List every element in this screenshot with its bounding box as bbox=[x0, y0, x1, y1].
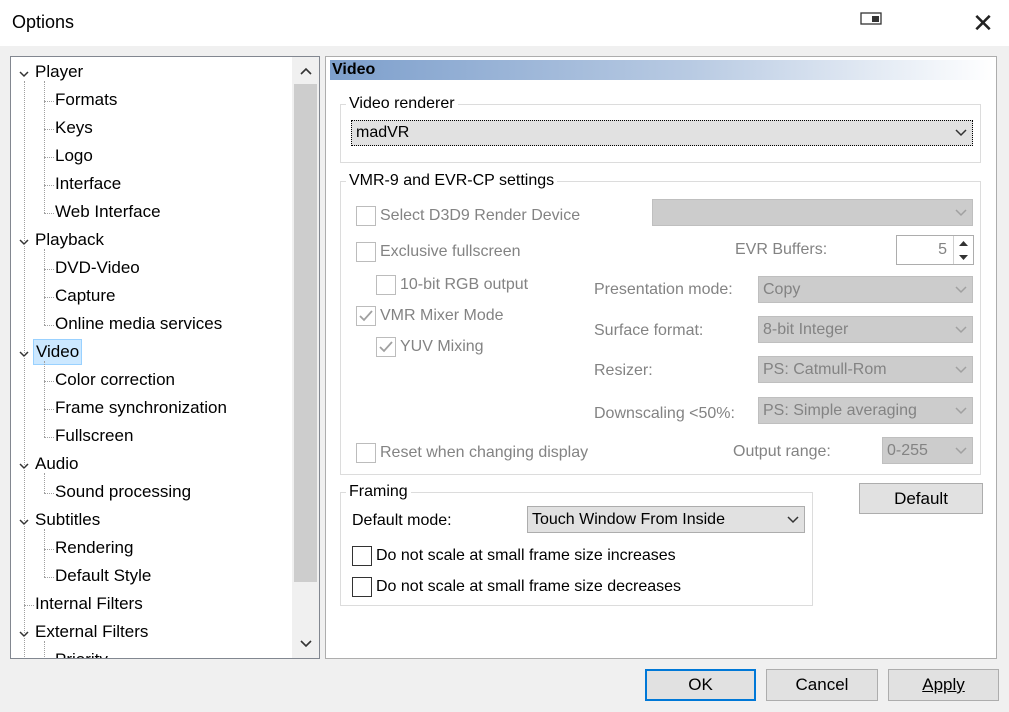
chevron-down-icon bbox=[950, 285, 972, 294]
downscaling-select[interactable]: PS: Simple averaging bbox=[758, 397, 973, 424]
checkmark-icon bbox=[359, 310, 373, 322]
tree-item-fullscreen[interactable]: Fullscreen bbox=[53, 423, 135, 449]
select-d3d9-label: Select D3D9 Render Device bbox=[380, 207, 581, 224]
framing-group-label: Framing bbox=[346, 483, 411, 501]
d3d9-device-select[interactable] bbox=[652, 199, 973, 226]
chevron-down-icon[interactable] bbox=[18, 67, 30, 79]
scroll-up-arrow-icon[interactable] bbox=[292, 58, 319, 84]
chevron-down-icon bbox=[950, 325, 972, 334]
section-title: Video bbox=[330, 60, 994, 80]
default-button[interactable]: Default bbox=[859, 483, 983, 514]
spin-down-icon[interactable] bbox=[954, 250, 973, 264]
rgb10-label: 10-bit RGB output bbox=[400, 276, 529, 293]
tree-item-priority[interactable]: Priority bbox=[53, 647, 110, 658]
title-bar bbox=[0, 0, 1009, 46]
tree-item-logo[interactable]: Logo bbox=[53, 143, 95, 169]
vmr-group-label: VMR-9 and EVR-CP settings bbox=[346, 172, 558, 190]
tree-branch-line bbox=[44, 473, 45, 493]
apply-button[interactable]: Apply bbox=[888, 669, 999, 701]
vmr-mixer-checkbox[interactable] bbox=[356, 306, 376, 326]
tree-item-frame-synchronization[interactable]: Frame synchronization bbox=[53, 395, 229, 421]
tree-item-color-correction[interactable]: Color correction bbox=[53, 367, 177, 393]
no-scale-decrease-checkbox[interactable] bbox=[352, 577, 372, 597]
tree-branch-line bbox=[44, 249, 45, 325]
no-scale-increase-label: Do not scale at small frame size increas… bbox=[376, 547, 676, 564]
tree-item-rendering[interactable]: Rendering bbox=[53, 535, 135, 561]
close-button[interactable]: ✕ bbox=[966, 6, 1000, 40]
vmr-mixer-label: VMR Mixer Mode bbox=[380, 307, 504, 324]
tree-item-online-media-services[interactable]: Online media services bbox=[53, 311, 224, 337]
tree-item-interface[interactable]: Interface bbox=[53, 171, 123, 197]
tree-item-capture[interactable]: Capture bbox=[53, 283, 117, 309]
downscaling-label: Downscaling <50%: bbox=[594, 405, 735, 422]
default-mode-label: Default mode: bbox=[352, 512, 452, 529]
tree-item-external-filters[interactable]: External Filters bbox=[33, 619, 150, 645]
tree-branch-line bbox=[44, 641, 45, 658]
scrollbar-thumb[interactable] bbox=[294, 84, 317, 582]
evr-buffers-value: 5 bbox=[938, 241, 947, 258]
window-title: Options bbox=[12, 12, 75, 32]
tree-item-default-style[interactable]: Default Style bbox=[53, 563, 153, 589]
chevron-down-icon bbox=[950, 208, 972, 217]
surface-format-value: 8-bit Integer bbox=[763, 320, 849, 338]
tree-item-formats[interactable]: Formats bbox=[53, 87, 119, 113]
reset-display-checkbox[interactable] bbox=[356, 443, 376, 463]
tree-item-keys[interactable]: Keys bbox=[53, 115, 95, 141]
apply-label: Apply bbox=[922, 675, 965, 694]
output-range-label: Output range: bbox=[733, 443, 831, 460]
exclusive-fullscreen-label: Exclusive fullscreen bbox=[380, 243, 521, 260]
surface-format-label: Surface format: bbox=[594, 322, 704, 339]
video-renderer-group-label: Video renderer bbox=[346, 95, 458, 113]
cancel-button[interactable]: Cancel bbox=[766, 669, 878, 701]
rgb10-checkbox[interactable] bbox=[376, 275, 396, 295]
yuv-mixing-label: YUV Mixing bbox=[400, 338, 484, 355]
evr-buffers-spinner[interactable]: 5 bbox=[896, 235, 974, 265]
chevron-down-icon bbox=[950, 365, 972, 374]
snap-layout-icon[interactable] bbox=[860, 12, 884, 26]
downscaling-value: PS: Simple averaging bbox=[763, 401, 917, 419]
output-range-select[interactable]: 0-255 bbox=[882, 437, 973, 464]
evr-buffers-label: EVR Buffers: bbox=[735, 241, 828, 258]
tree-trunk bbox=[24, 81, 25, 658]
resizer-value: PS: Catmull-Rom bbox=[763, 360, 887, 378]
presentation-mode-select[interactable]: Copy bbox=[758, 276, 973, 303]
default-mode-value: Touch Window From Inside bbox=[532, 510, 725, 528]
options-tree[interactable]: Player Formats Keys Logo Interface Web Interf… bbox=[10, 56, 320, 659]
tree-item-audio[interactable]: Audio bbox=[33, 451, 80, 477]
chevron-down-icon bbox=[950, 406, 972, 415]
video-renderer-select[interactable]: madVR bbox=[351, 120, 973, 146]
video-renderer-value: madVR bbox=[356, 124, 410, 141]
tree-branch-line bbox=[44, 361, 45, 437]
tree-item-dvd-video[interactable]: DVD-Video bbox=[53, 255, 142, 281]
ok-button[interactable]: OK bbox=[645, 669, 756, 701]
resizer-label: Resizer: bbox=[594, 362, 653, 379]
scroll-down-arrow-icon[interactable] bbox=[292, 631, 319, 657]
no-scale-decrease-label: Do not scale at small frame size decreas… bbox=[376, 578, 682, 595]
tree-item-web-interface[interactable]: Web Interface bbox=[53, 199, 163, 225]
chevron-down-icon bbox=[782, 515, 804, 524]
exclusive-fullscreen-checkbox[interactable] bbox=[356, 242, 376, 262]
default-mode-select[interactable]: Touch Window From Inside bbox=[527, 506, 805, 533]
tree-item-player[interactable]: Player bbox=[33, 59, 85, 85]
tree-item-internal-filters[interactable]: Internal Filters bbox=[33, 591, 145, 617]
chevron-down-icon bbox=[950, 129, 972, 137]
yuv-mixing-checkbox[interactable] bbox=[376, 337, 396, 357]
tree-item-video[interactable]: Video bbox=[33, 339, 83, 365]
chevron-down-icon bbox=[950, 446, 972, 455]
tree-item-sound-processing[interactable]: Sound processing bbox=[53, 479, 193, 505]
presentation-mode-value: Copy bbox=[763, 280, 801, 298]
resizer-select[interactable]: PS: Catmull-Rom bbox=[758, 356, 973, 383]
reset-display-label: Reset when changing display bbox=[380, 444, 589, 461]
presentation-mode-label: Presentation mode: bbox=[594, 281, 733, 298]
select-d3d9-checkbox[interactable] bbox=[356, 206, 376, 226]
checkmark-icon bbox=[379, 341, 393, 353]
output-range-value: 0-255 bbox=[887, 441, 928, 459]
tree-branch-line bbox=[44, 529, 45, 577]
tree-branch-line bbox=[44, 81, 45, 213]
surface-format-select[interactable]: 8-bit Integer bbox=[758, 316, 973, 343]
no-scale-increase-checkbox[interactable] bbox=[352, 546, 372, 566]
spin-up-icon[interactable] bbox=[954, 236, 973, 250]
